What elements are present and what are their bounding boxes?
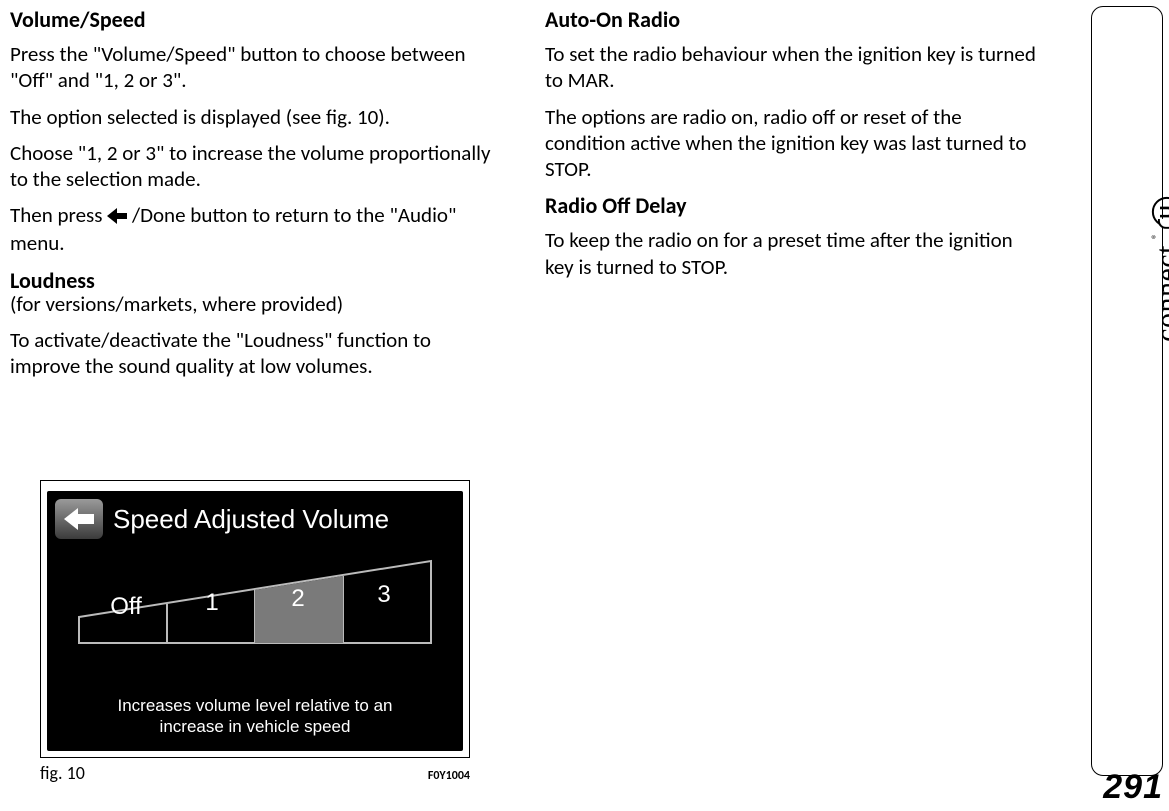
right-column: Auto-On Radio To set the radio behaviour… bbox=[545, 6, 1040, 389]
option-3[interactable]: 3 bbox=[341, 581, 427, 609]
heading-volume-speed: Volume/Speed bbox=[10, 6, 505, 33]
heading-auto-on-radio: Auto-On Radio bbox=[545, 6, 1040, 33]
figure-caption: fig. 10 bbox=[40, 762, 85, 784]
screen-footer: Increases volume level relative to an in… bbox=[47, 695, 463, 738]
paragraph: Then press /Done button to return to the… bbox=[10, 202, 505, 256]
paragraph: To set the radio behaviour when the igni… bbox=[545, 41, 1040, 94]
footer-line: increase in vehicle speed bbox=[47, 716, 463, 737]
heading-radio-off-delay: Radio Off Delay bbox=[545, 192, 1040, 219]
side-rail: connect ® U bbox=[1091, 6, 1163, 776]
option-off[interactable]: Off bbox=[83, 593, 169, 621]
text-fragment: Then press bbox=[10, 202, 107, 228]
paragraph: Choose "1, 2 or 3" to increase the volum… bbox=[10, 140, 505, 193]
page-number: 291 bbox=[1103, 768, 1163, 807]
logo-text: connect bbox=[1150, 245, 1169, 342]
paragraph: To keep the radio on for a preset time a… bbox=[545, 227, 1040, 280]
figure-10: Speed Adjusted Volume bbox=[40, 480, 470, 784]
arrow-left-icon bbox=[64, 508, 94, 530]
manual-page: Volume/Speed Press the "Volume/Speed" bu… bbox=[0, 0, 1169, 811]
option-2[interactable]: 2 bbox=[255, 585, 341, 613]
segment-labels: Off 1 2 3 bbox=[83, 587, 427, 615]
back-button[interactable] bbox=[55, 499, 103, 539]
screen-header: Speed Adjusted Volume bbox=[47, 491, 463, 539]
registered-mark-icon: ® bbox=[1150, 233, 1164, 239]
figure-code: F0Y1004 bbox=[428, 769, 470, 783]
paragraph: To activate/deactivate the "Loudness" fu… bbox=[10, 327, 505, 380]
logo-mark-icon: U bbox=[1152, 197, 1169, 227]
footer-line: Increases volume level relative to an bbox=[47, 695, 463, 716]
two-column-layout: Volume/Speed Press the "Volume/Speed" bu… bbox=[10, 6, 1050, 389]
screen-title: Speed Adjusted Volume bbox=[113, 504, 389, 535]
figure-caption-row: fig. 10 F0Y1004 bbox=[40, 762, 470, 784]
volume-speed-selector[interactable]: Off 1 2 3 bbox=[75, 557, 435, 657]
infotainment-screen: Speed Adjusted Volume bbox=[47, 491, 463, 751]
paragraph: The options are radio on, radio off or r… bbox=[545, 104, 1040, 183]
option-1[interactable]: 1 bbox=[169, 589, 255, 617]
content-area: Volume/Speed Press the "Volume/Speed" bu… bbox=[0, 0, 1060, 770]
paragraph: The option selected is displayed (see fi… bbox=[10, 104, 505, 130]
heading-subtitle: (for versions/markets, where provided) bbox=[10, 292, 505, 317]
left-column: Volume/Speed Press the "Volume/Speed" bu… bbox=[10, 6, 505, 389]
uconnect-logo: connect ® U bbox=[1150, 197, 1169, 342]
back-arrow-icon bbox=[107, 204, 127, 230]
heading-loudness: Loudness bbox=[10, 267, 505, 294]
figure-frame: Speed Adjusted Volume bbox=[40, 480, 470, 758]
paragraph: Press the "Volume/Speed" button to choos… bbox=[10, 41, 505, 94]
